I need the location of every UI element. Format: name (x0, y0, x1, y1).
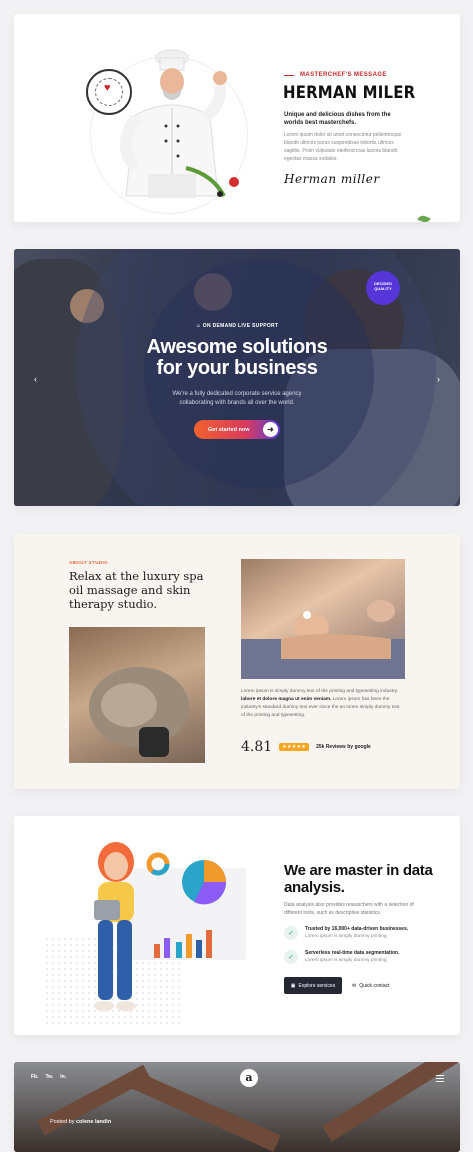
social-link-twitter[interactable]: Tw. (46, 1074, 54, 1080)
facial-treatment-image (69, 627, 205, 763)
hamburger-menu-icon[interactable] (436, 1075, 444, 1084)
spa-about-card: ABOUT STUDIO Relax at the luxury spa oil… (14, 534, 460, 789)
mail-icon: ✉ (352, 982, 357, 989)
get-started-button[interactable]: Get started now ➜ (194, 420, 280, 439)
quick-contact-button[interactable]: ✉ Quick contact (352, 977, 390, 994)
award-seal: ♥ (86, 69, 132, 115)
review-count: 25k Reviews by google (316, 744, 371, 750)
site-logo[interactable]: a (240, 1069, 258, 1087)
social-link-instagram[interactable]: In. (60, 1074, 66, 1080)
leaf-decoration (417, 214, 431, 222)
support-icon: ☺ (195, 323, 203, 329)
kicker-line (284, 74, 294, 76)
section-kicker: ABOUT STUDIO (69, 560, 109, 565)
heart-icon: ♥ (104, 82, 111, 94)
hero-title: Awesome solutions for your business (146, 336, 328, 379)
post-author: Posted by colene landin (50, 1119, 112, 1125)
data-title: We are master in data analysis. (284, 862, 433, 896)
masterchef-card: ♥ MASTERCHEF'S MESSAGE HERMAN MILER Uniq… (14, 14, 460, 222)
chef-signature: Herman miller (284, 172, 380, 186)
hero-tagline: ☺ ON DEMAND LIVE SUPPORT (195, 323, 279, 329)
explore-services-button[interactable]: ▣ Explore services (284, 977, 342, 994)
feature-item: ✓ Trusted by 16,000+ data-driven busines… (284, 926, 408, 940)
rating-score: 4.81 (241, 739, 273, 755)
hero-description: We're a fully dedicated corporate servic… (172, 391, 302, 406)
chef-name: HERMAN MILER (283, 83, 416, 103)
check-icon: ✓ (284, 926, 298, 940)
kicker-text: MASTERCHEF'S MESSAGE (300, 72, 387, 78)
slider-next-arrow[interactable]: › (437, 374, 440, 384)
star-rating-icon: ★★★★★ (279, 743, 310, 751)
briefcase-icon: ▣ (290, 982, 296, 989)
feature-item: ✓ Serverless real-time data segmentation… (284, 950, 400, 964)
social-links: Fb. Tw. In. (31, 1074, 66, 1080)
analyst-illustration (94, 842, 227, 1011)
rating-row: 4.81 ★★★★★ 25k Reviews by google (241, 739, 371, 755)
social-link-facebook[interactable]: Fb. (31, 1074, 39, 1080)
data-body-text: Data analysis also provides researchers … (284, 902, 414, 916)
massage-image (241, 559, 405, 679)
hero-slider-card: DECIDED QUALITY ☺ ON DEMAND LIVE SUPPORT… (14, 249, 460, 506)
chef-body-text: Lorem ipsum dolor sit amet consectetur p… (284, 132, 402, 162)
chef-subtitle: Unique and delicious dishes from the wor… (284, 112, 391, 126)
check-icon: ✓ (284, 950, 298, 964)
slider-prev-arrow[interactable]: ‹ (34, 374, 37, 384)
data-analysis-card: We are master in data analysis. Data ana… (14, 816, 460, 1035)
arrow-right-icon: ➜ (263, 422, 278, 437)
spa-title: Relax at the luxury spa oil massage and … (69, 569, 204, 611)
quality-badge: DECIDED QUALITY (366, 271, 400, 305)
section-kicker: MASTERCHEF'S MESSAGE (284, 72, 387, 78)
spa-body-text: Lorem ipsum is simply dummy text of the … (241, 689, 400, 718)
